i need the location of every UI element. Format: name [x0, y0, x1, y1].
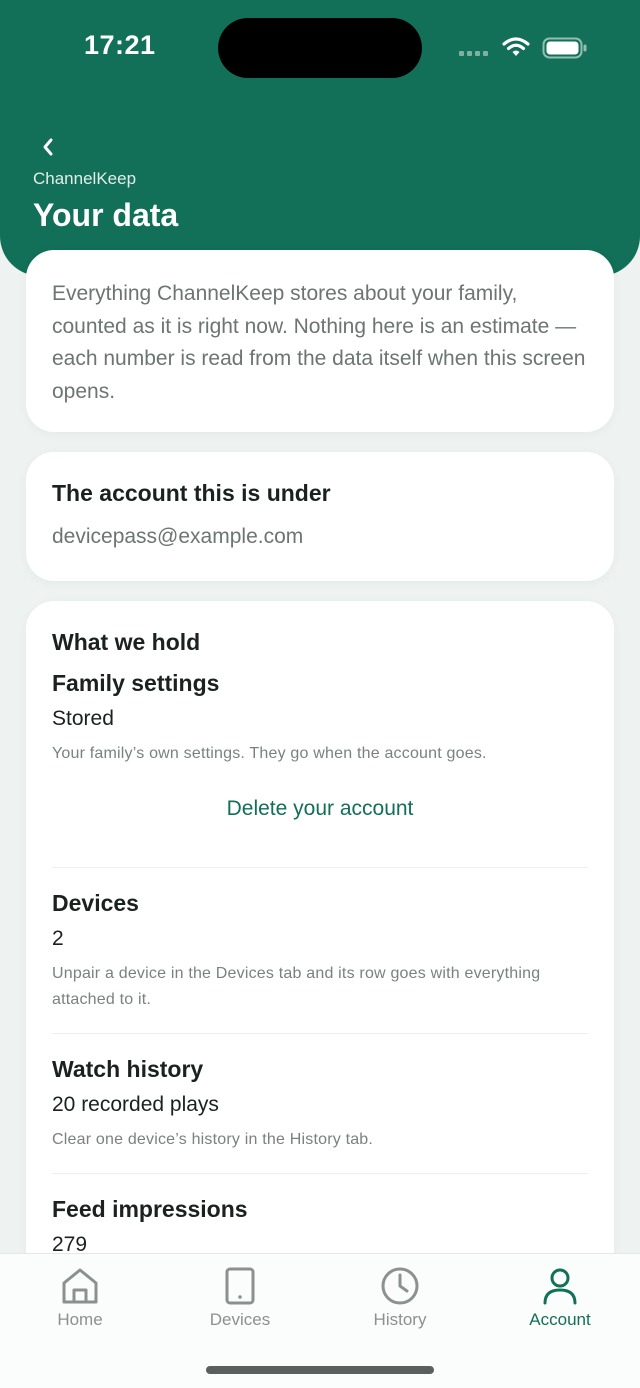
cellular-signal-icon [459, 51, 488, 56]
devices-value: 2 [52, 927, 64, 950]
tab-account-label: Account [529, 1310, 591, 1329]
chevron-left-icon[interactable] [36, 134, 62, 160]
holdings-heading: What we hold [52, 629, 201, 655]
account-heading: The account this is under [52, 480, 331, 506]
intro-text: Everything ChannelKeep stores about your… [52, 282, 586, 403]
home-indicator[interactable] [206, 1366, 434, 1374]
tab-devices[interactable]: Devices [160, 1254, 320, 1344]
tab-devices-label: Devices [209, 1310, 271, 1329]
wifi-icon [502, 37, 530, 56]
watch-history-value: 20 recorded plays [52, 1093, 219, 1116]
section-watch-history: Watch history 20 recorded plays Clear on… [52, 1034, 588, 1173]
family-settings-value: Stored [52, 707, 114, 730]
section-devices: Devices 2 Unpair a device in the Devices… [52, 868, 588, 1033]
section-family-settings: Family settings Stored Your family’s own… [52, 670, 588, 867]
holdings-card: What we hold Family settings Stored Your… [26, 601, 614, 1301]
page-title: Your data [33, 197, 179, 233]
home-icon [62, 1268, 98, 1304]
devices-title: Devices [52, 890, 139, 916]
tab-history-label: History [373, 1310, 427, 1329]
tab-account[interactable]: Account [480, 1254, 640, 1344]
dynamic-island [218, 18, 422, 78]
devices-note: Unpair a device in the Devices tab and i… [52, 965, 541, 1008]
header: 17:21 ChannelKeep Your data [0, 0, 640, 276]
intro-card: Everything ChannelKeep stores about your… [26, 250, 614, 432]
family-settings-title: Family settings [52, 670, 220, 696]
feed-impressions-title: Feed impressions [52, 1196, 248, 1222]
tab-home-label: Home [57, 1310, 103, 1329]
family-settings-note: Your family’s own settings. They go when… [52, 745, 487, 762]
battery-icon [542, 37, 587, 59]
tab-home[interactable]: Home [0, 1254, 160, 1344]
tab-history[interactable]: History [320, 1254, 480, 1344]
watch-history-note: Clear one device’s history in the Histor… [52, 1131, 374, 1148]
watch-history-title: Watch history [52, 1056, 204, 1082]
clock-icon [381, 1267, 419, 1305]
account-card: The account this is under devicepass@exa… [26, 452, 614, 581]
tablet-icon [225, 1267, 255, 1305]
breadcrumb-app-name: ChannelKeep [33, 169, 137, 188]
person-icon [543, 1268, 577, 1305]
status-time: 17:21 [84, 30, 156, 60]
account-email: devicepass@example.com [52, 525, 304, 548]
delete-account-button[interactable]: Delete your account [52, 797, 588, 821]
